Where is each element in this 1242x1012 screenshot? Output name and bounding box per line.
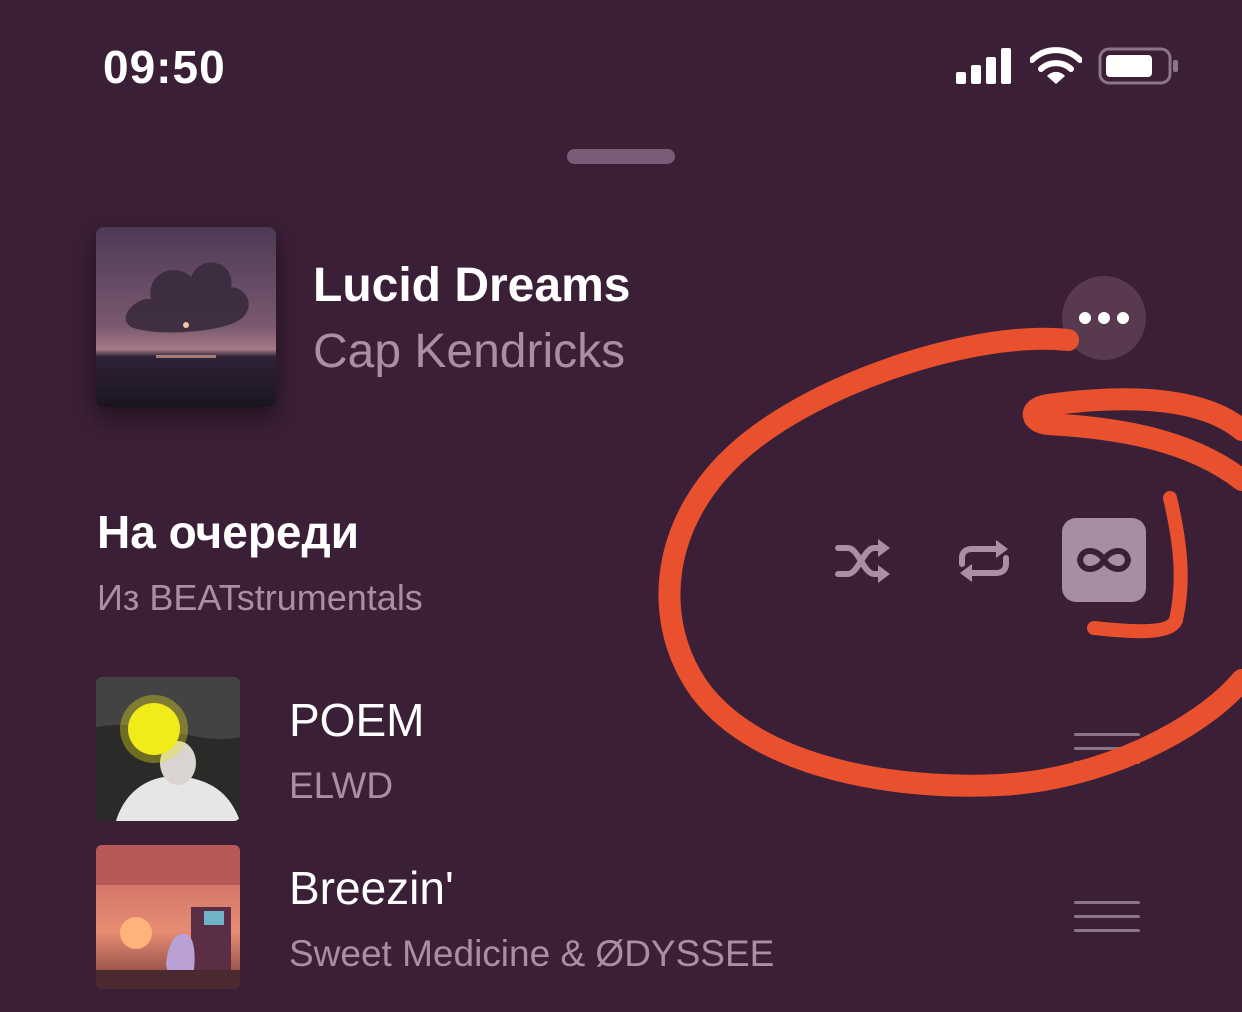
wifi-icon <box>1030 47 1082 84</box>
queue-item-artwork[interactable] <box>96 845 240 989</box>
repeat-icon[interactable] <box>954 536 1014 586</box>
now-playing-artwork <box>96 227 276 407</box>
sheet-grabber[interactable] <box>567 149 675 164</box>
reorder-handle-icon[interactable] <box>1074 732 1140 766</box>
queue-item-title: Breezin' <box>289 862 454 914</box>
queue-title: На очереди <box>97 506 359 558</box>
ellipsis-icon <box>1079 312 1129 324</box>
infinity-icon <box>1076 548 1132 572</box>
shuffle-icon[interactable] <box>834 536 894 586</box>
more-options-button[interactable] <box>1062 276 1146 360</box>
queue-item-title: POEM <box>289 694 425 746</box>
now-playing-artist[interactable]: Cap Kendricks <box>313 324 625 379</box>
status-time: 09:50 <box>103 41 226 93</box>
queue-source[interactable]: Из BEATstrumentals <box>97 577 423 619</box>
infinite-play-button[interactable] <box>1062 518 1146 602</box>
battery-icon <box>1098 47 1178 85</box>
queue-item-artist: Sweet Medicine & ØDYSSEE <box>289 933 775 974</box>
reorder-handle-icon[interactable] <box>1074 900 1140 934</box>
queue-item-artwork[interactable] <box>96 677 240 821</box>
cellular-signal-icon <box>956 48 1011 84</box>
now-playing-title: Lucid Dreams <box>313 259 631 312</box>
queue-item-artist: ELWD <box>289 765 394 806</box>
